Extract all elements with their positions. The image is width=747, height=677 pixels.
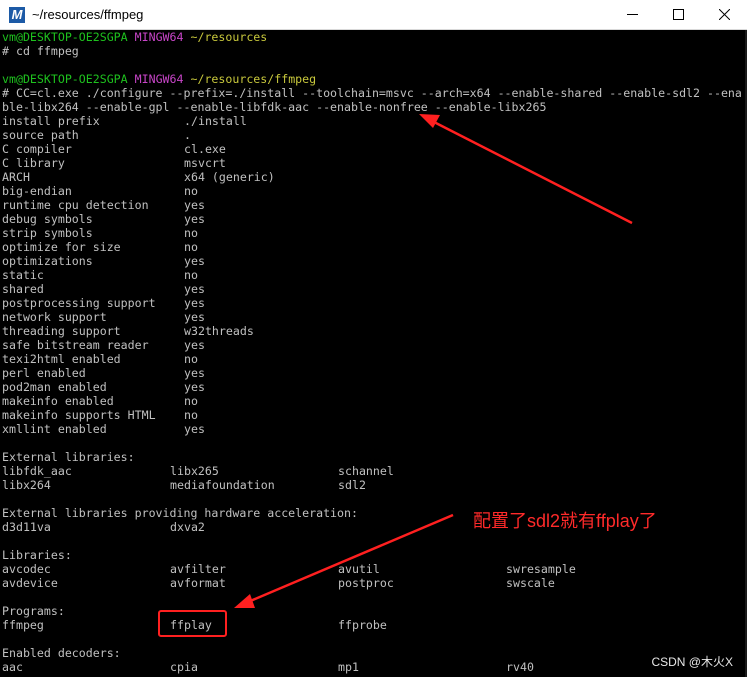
arrow-to-ffplay — [234, 513, 454, 608]
watermark: CSDN @木火X — [651, 655, 733, 669]
ffplay-highlight-box — [158, 610, 227, 637]
annotation-arrows — [234, 114, 633, 608]
arrow-to-enable-nonfree — [419, 114, 633, 225]
annotation-text: 配置了sdl2就有ffplay了 — [473, 511, 657, 531]
